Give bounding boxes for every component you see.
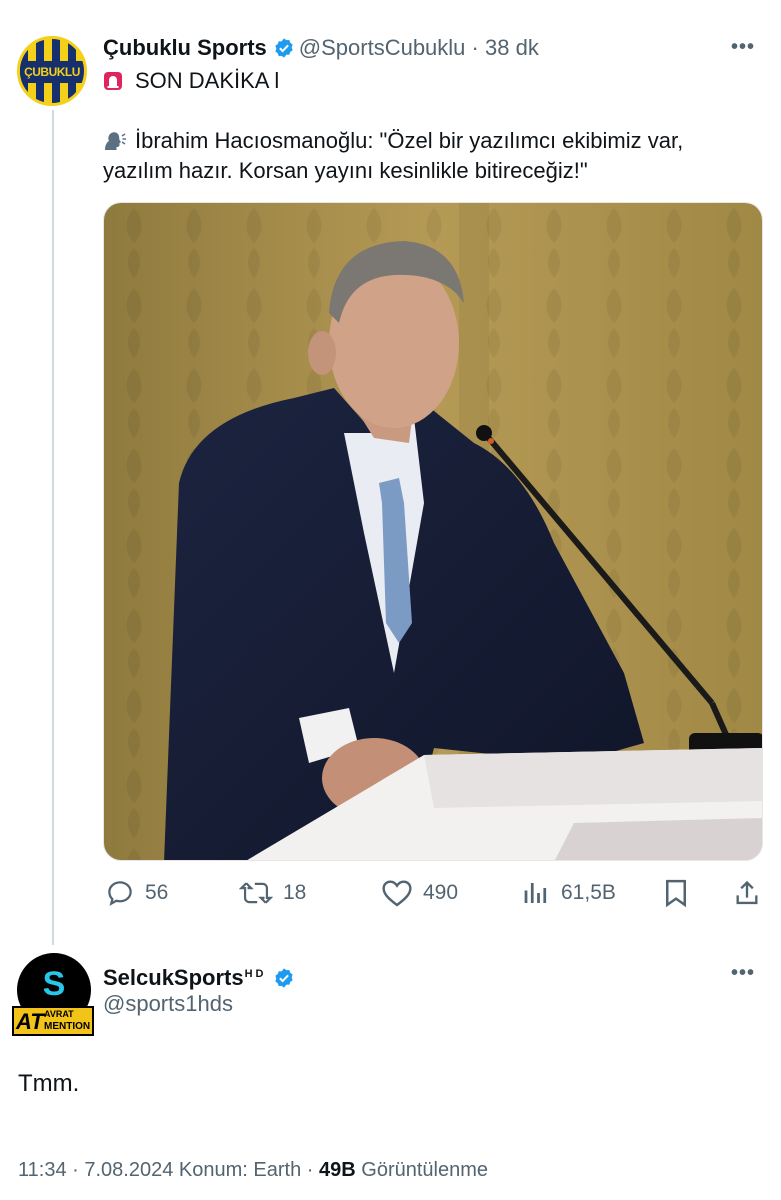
reply-count: 56 <box>145 881 169 904</box>
like-count: 490 <box>423 881 459 904</box>
reply-text: Tmm. <box>18 1070 80 1097</box>
separator-dot: · <box>471 35 479 60</box>
badge-at-text: AT <box>16 1009 44 1034</box>
reply-views-label: Görüntülenme <box>361 1159 489 1181</box>
tweet-text-line-2: İbrahim Hacıosmanoğlu: "Özel bir yazılım… <box>103 126 683 156</box>
views-count: 61,5B <box>561 881 616 904</box>
tweet-text: SON DAKİKA l <box>135 68 280 93</box>
views-button[interactable]: 61,5B <box>521 873 616 913</box>
more-icon[interactable]: ••• <box>731 36 755 59</box>
tweet-time[interactable]: 38 dk <box>485 35 539 60</box>
tweet-text-line-1: SON DAKİKA l <box>103 66 279 96</box>
separator-dot: · <box>72 1159 79 1181</box>
tweet-text-line-3: yazılım hazır. Korsan yayını kesinlikle … <box>103 158 588 183</box>
hd-superscript: HD <box>244 968 267 980</box>
tweet-header: Çubuklu Sports @SportsCubuklu · 38 dk <box>103 34 539 66</box>
like-button[interactable]: 490 <box>381 873 458 913</box>
retweet-button[interactable]: 18 <box>239 873 306 913</box>
more-icon[interactable]: ••• <box>731 962 755 985</box>
share-button[interactable] <box>733 873 771 913</box>
speaking-head-emoji-icon <box>103 130 127 152</box>
bookmark-button[interactable] <box>663 873 699 913</box>
tweet-text: İbrahim Hacıosmanoğlu: "Özel bir yazılım… <box>135 128 684 153</box>
like-icon <box>382 880 412 907</box>
badge-line-1: AVRAT <box>44 1009 74 1019</box>
verified-badge-icon <box>273 37 295 66</box>
author-name[interactable]: Çubuklu Sports <box>103 35 267 60</box>
reply-author-handle[interactable]: @sports1hds <box>103 990 233 1018</box>
avatar[interactable]: ÇUBUKLU <box>17 36 87 106</box>
avatar-badge: AT AVRAT MENTION <box>12 1006 94 1036</box>
retweet-count: 18 <box>283 881 307 904</box>
speaker-photo-illustration <box>104 203 762 860</box>
share-icon <box>736 880 758 905</box>
retweet-icon <box>239 882 273 904</box>
reply-date[interactable]: 7.08.2024 <box>84 1159 173 1181</box>
reply-views-count: 49B <box>319 1159 356 1181</box>
reply-time[interactable]: 11:34 <box>18 1159 67 1181</box>
separator-dot: · <box>306 1159 314 1181</box>
bookmark-icon <box>666 879 686 908</box>
avatar-logo-text: ÇUBUKLU <box>20 61 84 83</box>
views-icon <box>524 883 547 903</box>
tweet-image[interactable] <box>103 202 763 861</box>
avatar-s-logo-icon: S <box>42 965 66 1003</box>
tweet-action-bar: 56 18 490 61,5B <box>103 873 763 913</box>
siren-emoji-icon <box>103 69 123 90</box>
author-handle[interactable]: @SportsCubuklu <box>299 35 466 60</box>
reply-icon <box>108 881 132 906</box>
reply-location: Konum: Earth <box>178 1159 302 1181</box>
reply-button[interactable]: 56 <box>105 873 168 913</box>
badge-line-2: MENTION <box>44 1021 91 1032</box>
reply-author-name[interactable]: SelcukSports <box>103 965 244 990</box>
verified-badge-icon <box>273 967 295 996</box>
thread-connector-line <box>52 110 54 945</box>
reply-metadata: 11:34 · 7.08.2024 Konum: Earth · 49B Gör… <box>18 1156 488 1184</box>
